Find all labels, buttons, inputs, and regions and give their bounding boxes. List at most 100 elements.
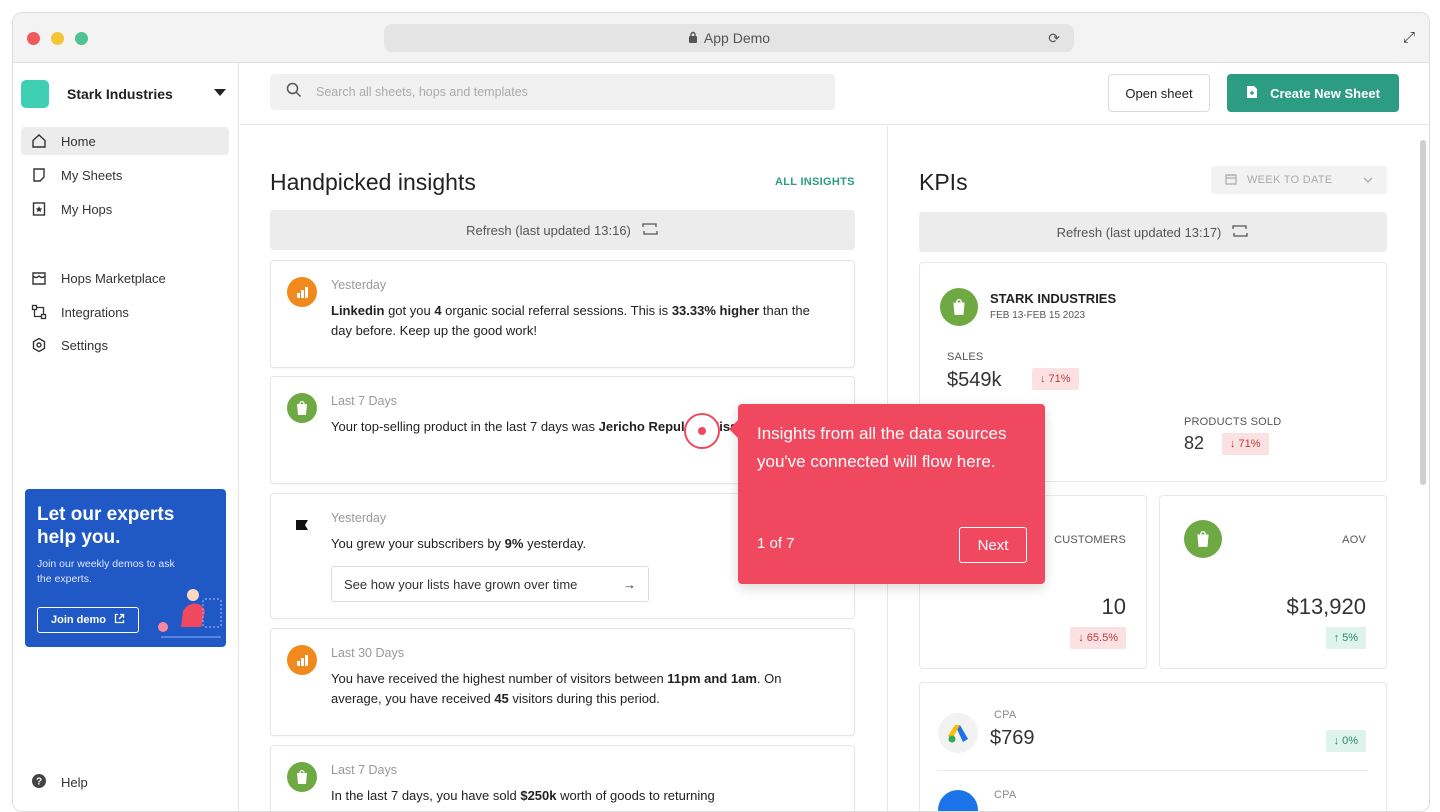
divider xyxy=(938,770,1368,771)
shopify-icon xyxy=(287,762,317,792)
org-switcher[interactable]: Stark Industries xyxy=(21,79,226,109)
home-icon xyxy=(31,133,47,149)
arrow-up-icon: ↑ xyxy=(1333,632,1340,644)
analytics-icon xyxy=(287,277,317,307)
shopify-icon xyxy=(940,288,978,326)
scrollbar[interactable] xyxy=(1420,140,1426,485)
products-change-badge: ↓ 71% xyxy=(1222,433,1269,455)
help-icon: ? xyxy=(31,773,47,792)
insight-text: Linkedin got you 4 organic social referr… xyxy=(331,303,810,338)
arrow-down-icon: ↓ xyxy=(1230,438,1236,450)
insight-card: Last 30 Days You have received the highe… xyxy=(270,628,855,736)
integrations-icon xyxy=(31,304,47,320)
sales-value: $549k xyxy=(947,369,1002,391)
sidebar-item-settings[interactable]: Settings xyxy=(21,331,229,359)
date-range-select[interactable]: WEEK TO DATE xyxy=(1211,166,1387,194)
join-demo-label: Join demo xyxy=(50,614,106,626)
external-link-icon xyxy=(114,613,125,627)
tooltip-text: Insights from all the data sources you'v… xyxy=(757,424,1007,471)
store-dates: FEB 13-FEB 15 2023 xyxy=(990,310,1086,321)
sidebar-item-label: Home xyxy=(61,133,96,149)
cpa-value: $769 xyxy=(990,727,1035,749)
kpis-refresh-button[interactable]: Refresh (last updated 13:17) xyxy=(919,212,1387,252)
sidebar-item-hops-marketplace[interactable]: Hops Marketplace xyxy=(21,264,229,292)
hotspot-dot xyxy=(698,427,706,435)
settings-icon xyxy=(31,337,47,353)
aov-change-badge: ↑ 5% xyxy=(1325,627,1366,649)
sidebar-item-label: Settings xyxy=(61,337,108,353)
svg-text:?: ? xyxy=(36,777,42,788)
insight-card: Yesterday Linkedin got you 4 organic soc… xyxy=(270,260,855,368)
analytics-icon xyxy=(287,645,317,675)
insight-text: In the last 7 days, you have sold $250k … xyxy=(331,788,715,803)
address-bar[interactable]: App Demo ⟳ xyxy=(384,24,1074,52)
cpa-label: CPA xyxy=(994,789,1017,801)
arrow-right-icon: → xyxy=(623,576,636,592)
aov-value: $13,920 xyxy=(1286,594,1366,619)
tour-hotspot[interactable] xyxy=(684,413,720,449)
window-title: App Demo xyxy=(703,30,771,46)
insight-period: Yesterday xyxy=(331,278,387,292)
org-logo xyxy=(21,80,49,108)
sidebar-item-label: My Sheets xyxy=(61,167,123,183)
ads-card: CPA $769 ↓ 0% CPA xyxy=(919,682,1387,811)
sidebar-item-home[interactable]: Home xyxy=(21,127,229,155)
minimize-window-button[interactable] xyxy=(51,32,64,45)
marketplace-icon xyxy=(31,270,47,286)
fullscreen-icon[interactable]: ⤢ xyxy=(1403,29,1415,46)
tooltip-step-count: 1 of 7 xyxy=(757,535,795,552)
insight-period: Last 7 Days xyxy=(331,394,398,408)
tooltip-next-button[interactable]: Next xyxy=(959,527,1027,563)
cpa-change-badge: ↓ 0% xyxy=(1325,730,1366,752)
refresh-icon xyxy=(1231,224,1249,241)
products-sold-value: 82 xyxy=(1184,433,1205,453)
customers-value: 10 xyxy=(1101,594,1126,619)
arrow-down-icon: ↓ xyxy=(1040,373,1046,385)
cpa-label: CPA xyxy=(994,709,1017,721)
subscriber-growth-button[interactable]: See how your lists have grown over time … xyxy=(331,566,649,602)
join-demo-button[interactable]: Join demo xyxy=(37,607,139,633)
insights-title: Handpicked insights xyxy=(270,169,476,195)
mailchimp-icon xyxy=(287,510,317,540)
sidebar-item-label: Integrations xyxy=(61,304,129,320)
refresh-icon xyxy=(641,222,659,239)
aov-card: AOV $13,920 ↑ 5% xyxy=(1159,495,1387,669)
hop-icon xyxy=(31,201,47,217)
sidebar-item-integrations[interactable]: Integrations xyxy=(21,298,229,326)
sidebar-item-label: My Hops xyxy=(61,201,113,217)
sidebar-item-my-sheets[interactable]: My Sheets xyxy=(21,161,229,189)
all-insights-link[interactable]: ALL INSIGHTS xyxy=(775,176,855,188)
create-new-sheet-label: Create New Sheet xyxy=(1270,85,1380,101)
sales-change-badge: ↓ 71% xyxy=(1032,368,1079,390)
kpis-refresh-label: Refresh (last updated 13:17) xyxy=(1056,224,1222,240)
search-input[interactable]: Search all sheets, hops and templates xyxy=(270,74,835,110)
maximize-window-button[interactable] xyxy=(75,32,88,45)
sidebar: Stark Industries Home My Sheets My Hops … xyxy=(13,63,239,811)
customers-label: CUSTOMERS xyxy=(1054,534,1126,546)
promo-card: Let our experts help you. Join our weekl… xyxy=(25,489,226,647)
arrow-down-icon: ↓ xyxy=(1333,735,1340,747)
date-range-value: WEEK TO DATE xyxy=(1247,174,1333,186)
reload-icon[interactable]: ⟳ xyxy=(1048,30,1060,47)
insight-period: Last 7 Days xyxy=(331,763,398,777)
help-label: Help xyxy=(61,775,88,790)
insight-text: You have received the highest number of … xyxy=(331,671,782,706)
open-sheet-button[interactable]: Open sheet xyxy=(1108,74,1210,112)
app-window: App Demo ⟳ ⤢ Stark Industries Home My Sh… xyxy=(12,12,1430,812)
lock-icon xyxy=(688,30,698,46)
new-sheet-icon xyxy=(1246,85,1258,102)
close-window-button[interactable] xyxy=(27,32,40,45)
arrow-down-icon: ↓ xyxy=(1078,632,1084,644)
expert-illustration xyxy=(153,581,223,641)
calendar-icon xyxy=(1225,173,1237,188)
create-new-sheet-button[interactable]: Create New Sheet xyxy=(1227,74,1399,112)
top-bar: Search all sheets, hops and templates Op… xyxy=(240,63,1429,125)
insights-refresh-button[interactable]: Refresh (last updated 13:16) xyxy=(270,210,855,250)
google-ads-icon xyxy=(938,713,978,753)
sidebar-item-my-hops[interactable]: My Hops xyxy=(21,195,229,223)
org-name: Stark Industries xyxy=(67,86,173,102)
help-link[interactable]: ? Help xyxy=(31,773,88,792)
insight-card: Last 7 Days In the last 7 days, you have… xyxy=(270,745,855,811)
subscriber-growth-label: See how your lists have grown over time xyxy=(344,576,578,592)
aov-label: AOV xyxy=(1342,534,1366,546)
